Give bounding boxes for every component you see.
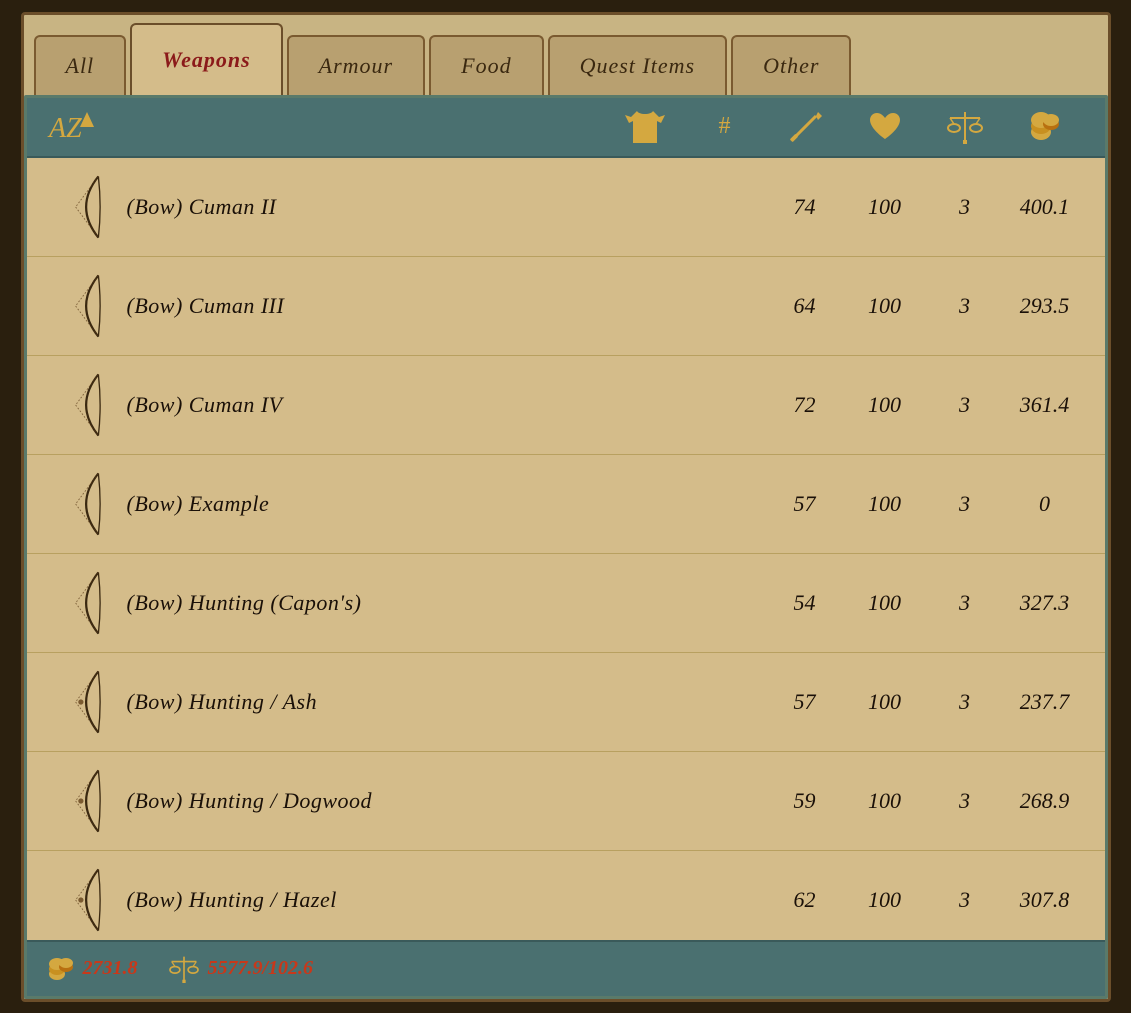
item-stat-1: 59 (765, 788, 845, 814)
item-stat-3: 3 (925, 293, 1005, 319)
item-icon (47, 172, 127, 242)
item-icon (47, 667, 127, 737)
scales-col-header (925, 110, 1005, 144)
item-stat-2: 100 (845, 590, 925, 616)
item-stat-3: 3 (925, 590, 1005, 616)
item-stat-3: 3 (925, 392, 1005, 418)
item-name: (Bow) Hunting / Ash (127, 689, 765, 715)
item-stat-3: 3 (925, 491, 1005, 517)
table-row[interactable]: (Bow) Hunting (Capon's)541003327.3 (27, 554, 1105, 653)
item-stat-2: 100 (845, 788, 925, 814)
tab-quest-items[interactable]: Quest Items (548, 35, 727, 95)
footer-weight: 5577.9/102.6 (168, 955, 314, 983)
sword-col-header (765, 110, 845, 144)
table-row[interactable]: (Bow) Hunting / Dogwood591003268.9 (27, 752, 1105, 851)
item-name: (Bow) Hunting / Dogwood (127, 788, 765, 814)
item-stat-2: 100 (845, 392, 925, 418)
column-headers: AZ # (27, 98, 1105, 158)
item-stat-3: 3 (925, 788, 1005, 814)
table-row[interactable]: (Bow) Hunting / Hazel621003307.8 (27, 851, 1105, 940)
tab-other[interactable]: Other (731, 35, 851, 95)
table-row[interactable]: (Bow) Cuman IV721003361.4 (27, 356, 1105, 455)
table-row[interactable]: (Bow) Cuman III641003293.5 (27, 257, 1105, 356)
hash-icon: # (719, 113, 731, 140)
item-name: (Bow) Example (127, 491, 765, 517)
item-stat-1: 74 (765, 194, 845, 220)
item-stat-1: 54 (765, 590, 845, 616)
bow-svg (62, 667, 112, 737)
heart-icon (868, 111, 902, 143)
item-icon (47, 865, 127, 935)
items-list: (Bow) Cuman II741003400.1 (Bow) Cuman II… (27, 158, 1105, 940)
heart-col-header (845, 111, 925, 143)
tabs-row: All Weapons Armour Food Quest Items Othe… (24, 15, 1108, 95)
item-stat-1: 72 (765, 392, 845, 418)
bow-svg (62, 865, 112, 935)
scales-icon (946, 110, 984, 144)
table-row[interactable]: (Bow) Hunting / Ash571003237.7 (27, 653, 1105, 752)
item-stat-4: 293.5 (1005, 293, 1085, 319)
item-stat-4: 361.4 (1005, 392, 1085, 418)
item-stat-4: 327.3 (1005, 590, 1085, 616)
footer-coins: 2731.8 (47, 956, 138, 982)
footer-coins-value: 2731.8 (83, 957, 138, 980)
coins-header-icon (1027, 110, 1063, 144)
item-stat-1: 64 (765, 293, 845, 319)
item-stat-3: 3 (925, 689, 1005, 715)
item-icon (47, 469, 127, 539)
item-stat-3: 3 (925, 194, 1005, 220)
item-icon (47, 766, 127, 836)
tab-all[interactable]: All (34, 35, 127, 95)
item-stat-3: 3 (925, 887, 1005, 913)
item-stat-2: 100 (845, 689, 925, 715)
bow-svg (62, 469, 112, 539)
sort-col[interactable]: AZ (47, 107, 605, 147)
tab-armour[interactable]: Armour (287, 35, 425, 95)
footer-bar: 2731.8 5577.9/102.6 (27, 940, 1105, 996)
bow-svg (62, 370, 112, 440)
footer-coins-icon (47, 956, 75, 982)
shirt-col-header (605, 109, 685, 145)
item-stat-4: 237.7 (1005, 689, 1085, 715)
item-stat-2: 100 (845, 491, 925, 517)
hash-col-header: # (685, 113, 765, 140)
item-stat-1: 62 (765, 887, 845, 913)
item-icon (47, 370, 127, 440)
item-stat-2: 100 (845, 194, 925, 220)
svg-text:AZ: AZ (47, 113, 82, 144)
bow-svg (62, 766, 112, 836)
item-name: (Bow) Hunting / Hazel (127, 887, 765, 913)
main-panel: AZ # (24, 95, 1108, 999)
inventory-panel: All Weapons Armour Food Quest Items Othe… (21, 12, 1111, 1002)
bow-svg (62, 271, 112, 341)
tab-weapons[interactable]: Weapons (130, 23, 283, 95)
item-icon (47, 271, 127, 341)
az-sort-icon: AZ (47, 107, 97, 147)
bow-svg (62, 568, 112, 638)
damage-icon (788, 110, 822, 144)
item-stat-2: 100 (845, 293, 925, 319)
item-name: (Bow) Hunting (Capon's) (127, 590, 765, 616)
item-stat-1: 57 (765, 689, 845, 715)
item-name: (Bow) Cuman IV (127, 392, 765, 418)
coins-col-header (1005, 110, 1085, 144)
item-stat-4: 0 (1005, 491, 1085, 517)
bow-svg (62, 172, 112, 242)
item-stat-2: 100 (845, 887, 925, 913)
item-name: (Bow) Cuman II (127, 194, 765, 220)
item-icon (47, 568, 127, 638)
shirt-icon (625, 109, 665, 145)
item-stat-4: 268.9 (1005, 788, 1085, 814)
tab-food[interactable]: Food (429, 35, 543, 95)
table-row[interactable]: (Bow) Example5710030 (27, 455, 1105, 554)
footer-scales-icon (168, 955, 200, 983)
item-name: (Bow) Cuman III (127, 293, 765, 319)
item-stat-1: 57 (765, 491, 845, 517)
item-stat-4: 307.8 (1005, 887, 1085, 913)
footer-weight-value: 5577.9/102.6 (208, 957, 314, 980)
item-stat-4: 400.1 (1005, 194, 1085, 220)
table-row[interactable]: (Bow) Cuman II741003400.1 (27, 158, 1105, 257)
